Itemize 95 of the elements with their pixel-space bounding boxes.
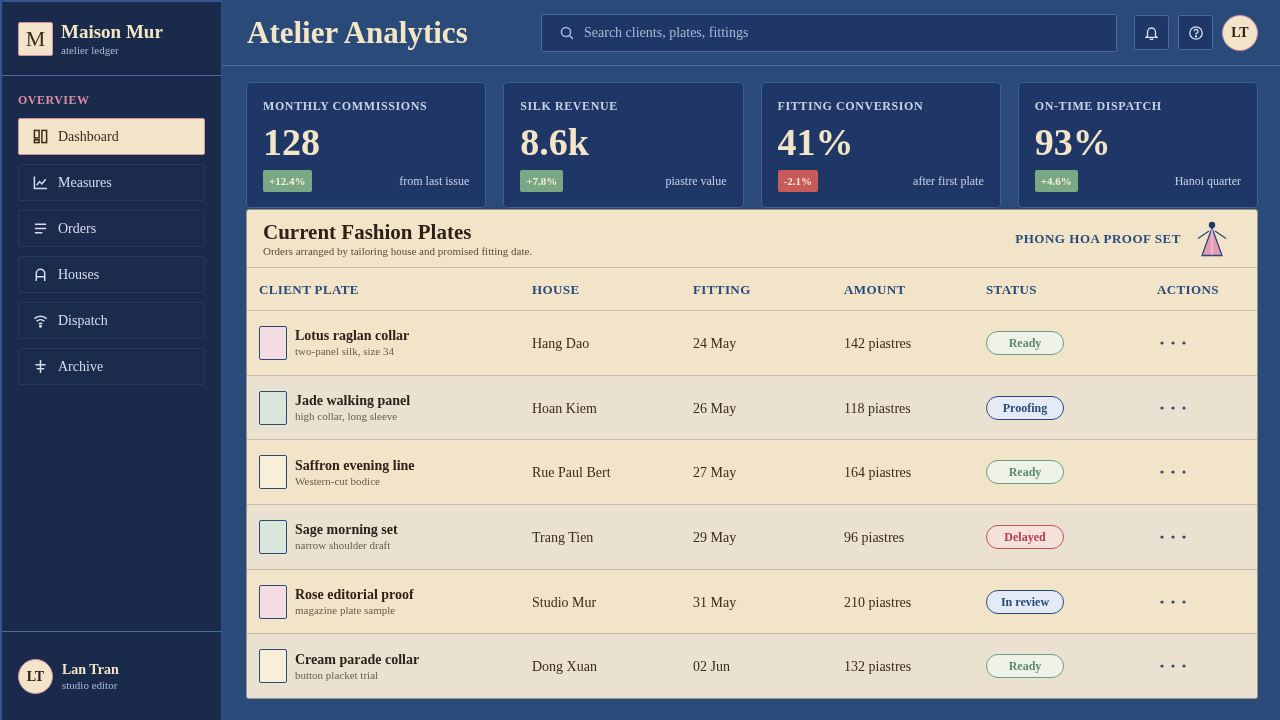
status-badge: Delayed [986,524,1064,549]
fitting-date: 31 May [693,594,737,610]
user-name: Lan Tran [62,660,119,678]
more-icon[interactable] [1160,534,1186,539]
stat-value: 41% [777,121,855,163]
status-badge: In review [986,589,1064,614]
plate-detail: high collar, long sleeve [295,409,399,423]
proof-set-label: PHONG HOA PROOF SET [1015,229,1181,248]
fitting-date: 27 May [693,465,737,481]
stat-label: MONTHLY COMMISSIONS [263,99,429,113]
plate-detail: button placket trial [295,667,380,682]
stat-note: after first plate [913,173,984,190]
column-header: STATUS [986,282,1037,297]
column-header: AMOUNT [844,282,906,297]
brand-name: Maison Mur [61,20,163,43]
more-icon[interactable] [1160,664,1186,669]
fitting-date: 26 May [693,400,737,416]
stat-note: from last issue [399,173,470,190]
signal-icon [33,313,48,328]
stat-label: SILK REVENUE [520,99,619,113]
arch-icon [33,267,48,282]
plate-name: Sage morning set [295,521,398,539]
panel-subtitle: Orders arranged by tailoring house and promised fitting date. [263,243,533,258]
change-badge: +12.4% [263,170,312,192]
user-avatar[interactable]: LT [18,658,53,694]
status-badge: Ready [986,460,1064,485]
layout-icon [33,129,48,144]
panel-title: Current Fashion Plates [263,219,473,244]
amount-cell: 132 piastres [844,659,912,675]
amount-cell: 118 piastres [844,400,911,416]
section-label: OVERVIEW [18,93,91,107]
stat-note: Hanoi quarter [1174,173,1241,190]
status-badge: Ready [986,330,1064,355]
stat-value: 128 [263,121,321,163]
column-header: HOUSE [532,282,580,297]
column-header: ACTIONS [1157,282,1219,297]
nav-item[interactable]: Measures [18,164,205,201]
amount-cell: 96 piastres [844,529,905,545]
house-cell: Rue Paul Bert [532,465,611,481]
house-cell: Hang Dao [532,335,590,351]
plate-name: Cream parade collar [295,650,420,668]
plate-detail: magazine plate sample [295,603,397,617]
user-avatar[interactable]: LT [1222,14,1258,51]
double-bar-icon [33,359,48,374]
house-cell: Dong Xuan [532,659,597,675]
list-icon [33,221,48,236]
status-badge: Proofing [986,395,1064,420]
column-header: CLIENT PLATE [259,282,359,297]
brand-logo: M [18,21,53,56]
fitting-date: 29 May [693,529,737,545]
more-icon[interactable] [1160,405,1186,410]
amount-cell: 164 piastres [844,465,912,481]
fitting-date: 24 May [693,335,737,351]
bell-icon [1145,25,1158,40]
help-icon [1188,25,1203,40]
notifications-button[interactable] [1134,15,1169,50]
status-badge: Ready [986,654,1064,679]
stat-value: 93% [1034,121,1112,163]
column-header: FITTING [693,282,751,297]
stat-note: piastre value [665,173,727,190]
plate-name: Jade walking panel [295,392,411,409]
page-title: Atelier Analytics [247,17,468,48]
plate-detail: two-panel silk, size 34 [295,344,395,359]
stat-value: 8.6k [520,121,590,163]
amount-cell: 210 piastres [844,594,912,610]
help-button[interactable] [1178,15,1213,50]
dress-icon [1195,220,1229,257]
chart-icon [33,175,48,190]
amount-cell: 142 piastres [844,335,912,351]
house-cell: Hoan Kiem [532,400,597,416]
plate-detail: narrow shoulder draft [295,538,392,553]
more-icon[interactable] [1160,599,1186,604]
nav-item[interactable]: Dashboard [18,118,205,155]
nav-item[interactable]: Houses [18,256,205,293]
brand-tagline: atelier ledger [61,42,120,57]
search-field[interactable]: Search clients, plates, fittings [541,13,1117,52]
plate-name: Lotus raglan collar [295,327,410,345]
stat-label: FITTING CONVERSION [777,99,925,113]
more-icon[interactable] [1160,470,1186,475]
nav-item[interactable]: Archive [18,348,205,385]
house-cell: Trang Tien [532,529,594,545]
plate-name: Saffron evening line [295,456,415,474]
plate-detail: Western-cut bodice [295,473,381,488]
nav-item[interactable]: Dispatch [18,302,205,339]
user-role: studio editor [62,677,119,692]
fitting-date: 02 Jun [693,659,730,675]
change-badge: +7.8% [520,170,564,192]
house-cell: Studio Mur [532,594,597,610]
stat-label: ON-TIME DISPATCH [1034,99,1163,113]
search-icon [560,25,574,40]
more-icon[interactable] [1160,340,1186,345]
plate-name: Rose editorial proof [295,586,414,603]
change-badge: -2.1% [777,170,818,192]
change-badge: +4.6% [1034,170,1078,192]
nav-item[interactable]: Orders [18,210,205,247]
